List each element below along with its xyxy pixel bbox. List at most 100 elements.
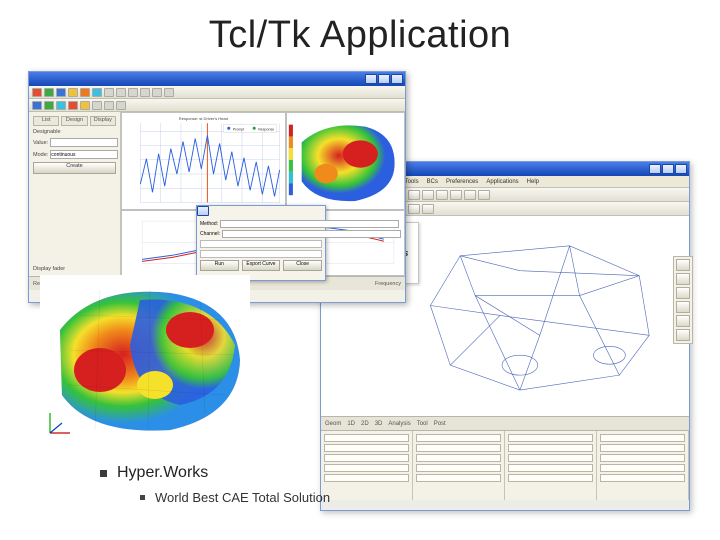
toolbar-icon[interactable]: [44, 88, 54, 97]
panel-tab[interactable]: Geom: [325, 421, 341, 427]
hypermesh-command-panel: [321, 430, 689, 500]
toolbar-icon[interactable]: [464, 190, 476, 200]
panel-tab-design[interactable]: Design: [61, 116, 87, 126]
frequency-response-plot[interactable]: Response: st Driver's Head: [121, 112, 286, 210]
view-tool-icon[interactable]: [676, 329, 690, 341]
dialog-list-row[interactable]: [200, 250, 322, 258]
method-input[interactable]: [220, 220, 399, 228]
panel-tab[interactable]: 3D: [375, 421, 383, 427]
panel-button[interactable]: [600, 434, 685, 442]
view-tool-icon[interactable]: [676, 315, 690, 327]
panel-button[interactable]: [416, 474, 501, 482]
toolbar-icon[interactable]: [478, 190, 490, 200]
panel-button[interactable]: [508, 434, 593, 442]
toolbar-icon[interactable]: [408, 190, 420, 200]
model-contour-view[interactable]: [286, 112, 405, 210]
panel-button[interactable]: [600, 464, 685, 472]
toolbar-icon[interactable]: [128, 88, 138, 97]
panel-button[interactable]: [324, 454, 409, 462]
toolbar-icon[interactable]: [436, 190, 448, 200]
export-button[interactable]: Export Curve: [242, 260, 281, 271]
toolbar-icon[interactable]: [32, 88, 42, 97]
bullet-level1-text: Hyper.Works: [117, 464, 208, 482]
toolbar-icon[interactable]: [44, 101, 54, 110]
hyperview-toolbar-2: [29, 99, 405, 112]
view-tool-icon[interactable]: [676, 301, 690, 313]
toolbar-icon[interactable]: [32, 101, 42, 110]
maximize-button[interactable]: [378, 74, 390, 84]
toolbar-icon[interactable]: [422, 204, 434, 214]
svg-text:Prompt: Prompt: [233, 127, 244, 131]
create-button[interactable]: Create: [33, 162, 116, 174]
panel-button[interactable]: [324, 464, 409, 472]
panel-button[interactable]: [508, 464, 593, 472]
toolbar-icon[interactable]: [56, 101, 66, 110]
toolbar-icon[interactable]: [116, 101, 126, 110]
status-right-text: Frequency: [375, 281, 401, 287]
toolbar-icon[interactable]: [116, 88, 126, 97]
value-input[interactable]: [50, 138, 118, 147]
hypermesh-view-toolbar: [673, 256, 693, 344]
large-contour-render: [40, 275, 250, 443]
toolbar-icon[interactable]: [152, 88, 162, 97]
close-button[interactable]: [197, 206, 209, 216]
view-tool-icon[interactable]: [676, 259, 690, 271]
toolbar-icon[interactable]: [80, 101, 90, 110]
dialog-list-row[interactable]: [200, 240, 322, 248]
toolbar-icon[interactable]: [92, 101, 102, 110]
toolbar-icon[interactable]: [92, 88, 102, 97]
panel-tab-display[interactable]: Display: [90, 116, 116, 126]
run-button[interactable]: Run: [200, 260, 239, 271]
dialog-titlebar: [197, 206, 325, 217]
toolbar-icon[interactable]: [140, 88, 150, 97]
minimize-button[interactable]: [365, 74, 377, 84]
toolbar-icon[interactable]: [422, 190, 434, 200]
panel-button[interactable]: [508, 444, 593, 452]
label-mode: Mode:: [33, 152, 48, 158]
toolbar-icon[interactable]: [56, 88, 66, 97]
menu-tools[interactable]: Tools: [405, 179, 419, 185]
panel-button[interactable]: [324, 474, 409, 482]
panel-tab-list[interactable]: List: [33, 116, 59, 126]
panel-button[interactable]: [508, 454, 593, 462]
panel-tab[interactable]: 1D: [347, 421, 355, 427]
toolbar-icon[interactable]: [80, 88, 90, 97]
panel-tab[interactable]: Tool: [417, 421, 428, 427]
contour-render-icon: [287, 113, 404, 209]
channel-input[interactable]: [222, 230, 401, 238]
panel-button[interactable]: [416, 444, 501, 452]
menu-help[interactable]: Help: [527, 179, 539, 185]
view-tool-icon[interactable]: [676, 287, 690, 299]
panel-button[interactable]: [324, 444, 409, 452]
mode-input[interactable]: [50, 150, 118, 159]
minimize-button[interactable]: [649, 164, 661, 174]
menu-bcs[interactable]: BCs: [427, 179, 438, 185]
toolbar-icon[interactable]: [408, 204, 420, 214]
panel-button[interactable]: [416, 434, 501, 442]
panel-button[interactable]: [600, 474, 685, 482]
panel-button[interactable]: [508, 474, 593, 482]
screenshot-collage: File Edit View Mesh Tools BCs Preference…: [0, 65, 720, 465]
panel-button[interactable]: [416, 464, 501, 472]
close-button[interactable]: [675, 164, 687, 174]
toolbar-icon[interactable]: [104, 88, 114, 97]
panel-button[interactable]: [324, 434, 409, 442]
panel-button[interactable]: [600, 444, 685, 452]
panel-button[interactable]: [416, 454, 501, 462]
maximize-button[interactable]: [662, 164, 674, 174]
view-tool-icon[interactable]: [676, 273, 690, 285]
toolbar-icon[interactable]: [68, 88, 78, 97]
toolbar-icon[interactable]: [164, 88, 174, 97]
toolbar-icon[interactable]: [450, 190, 462, 200]
dialog-label-channel: Channel:: [200, 231, 220, 237]
panel-button[interactable]: [600, 454, 685, 462]
close-dialog-button[interactable]: Close: [283, 260, 322, 271]
panel-tab[interactable]: Analysis: [388, 421, 410, 427]
panel-tab[interactable]: 2D: [361, 421, 369, 427]
close-button[interactable]: [391, 74, 403, 84]
panel-tab[interactable]: Post: [434, 421, 446, 427]
toolbar-icon[interactable]: [68, 101, 78, 110]
menu-apps[interactable]: Applications: [486, 179, 518, 185]
menu-prefs[interactable]: Preferences: [446, 179, 478, 185]
toolbar-icon[interactable]: [104, 101, 114, 110]
